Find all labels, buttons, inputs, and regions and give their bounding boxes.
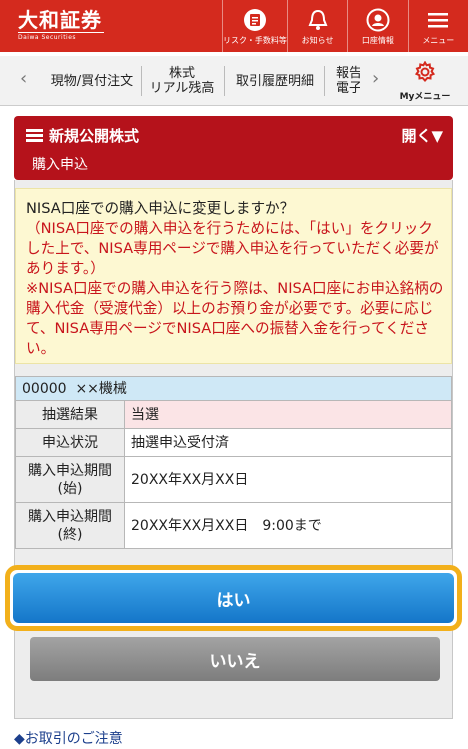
notifications-button[interactable]: お知らせ xyxy=(286,0,347,52)
tab-spot-buy-order[interactable]: 現物/買付注文 xyxy=(50,56,134,106)
notifications-label: お知らせ xyxy=(301,36,334,45)
yes-button-highlight: はい xyxy=(5,565,462,631)
stock-name: ××機械 xyxy=(75,380,127,397)
tab-divider xyxy=(141,66,142,96)
period-start-value: 20XX年XX月XX日 xyxy=(124,456,452,503)
sub-navigation: ‹ 現物/買付注文 株式 リアル残高 取引履歴明細 報告 電子 › Myメニュー xyxy=(0,56,468,106)
account-info-button[interactable]: 口座情報 xyxy=(347,0,407,52)
hamburger-icon xyxy=(26,127,43,144)
period-end-value: 20XX年XX月XX日 9:00まで xyxy=(124,502,452,549)
ipo-panel-header: 新規公開株式 開く▼ 購入申込 xyxy=(14,116,453,180)
period-start-label: 購入申込期間 (始) xyxy=(15,456,125,503)
trading-caution-link[interactable]: ◆お取引のご注意 xyxy=(14,728,123,748)
stock-code-name: 00000 ××機械 xyxy=(15,376,452,401)
chevron-left-icon[interactable]: ‹ xyxy=(20,68,27,89)
lottery-result-value: 当選 xyxy=(124,400,452,429)
tab-transaction-history[interactable]: 取引履歴明細 xyxy=(234,56,316,106)
account-info-label: 口座情報 xyxy=(361,36,394,45)
nisa-caution: ※NISA口座での購入申込を行う際は、NISA口座にお申込銘柄の購入代金（受渡代… xyxy=(26,280,444,357)
table-row: 抽選結果 当選 xyxy=(15,400,452,429)
bell-icon xyxy=(307,6,329,34)
menu-button[interactable]: メニュー xyxy=(407,0,468,52)
menu-icon xyxy=(427,6,449,34)
yes-button[interactable]: はい xyxy=(13,573,454,623)
logo-subtext: Daiwa Securities xyxy=(18,32,104,42)
nisa-explanation: （NISA口座での購入申込を行うためには、「はい」をクリックした上で、NISA専… xyxy=(26,220,439,277)
panel-subtitle: 購入申込 xyxy=(32,157,88,173)
table-row: 申込状況 抽選申込受付済 xyxy=(15,428,452,457)
tab-divider xyxy=(224,66,225,96)
tab-report-electronic[interactable]: 報告 電子 xyxy=(336,56,360,106)
app-header: 大和証券 Daiwa Securities リスク・手数料等 お知らせ 口座情報 xyxy=(0,0,468,52)
no-button[interactable]: いいえ xyxy=(30,637,440,681)
application-status-value: 抽選申込受付済 xyxy=(124,428,452,457)
panel-title-text: 新規公開株式 xyxy=(49,127,140,145)
application-status-label: 申込状況 xyxy=(15,428,125,457)
risk-fees-button[interactable]: リスク・手数料等 xyxy=(222,0,287,52)
expand-toggle[interactable]: 開く▼ xyxy=(401,125,443,146)
nisa-question: NISA口座での購入申込に変更しますか？ xyxy=(26,200,295,217)
daiwa-logo[interactable]: 大和証券 Daiwa Securities xyxy=(0,0,222,52)
my-menu-button[interactable]: Myメニュー xyxy=(398,56,452,106)
document-icon xyxy=(243,6,267,34)
table-row: 購入申込期間 (始) 20XX年XX月XX日 xyxy=(15,456,452,503)
menu-label: メニュー xyxy=(422,36,455,45)
stock-code: 00000 xyxy=(22,380,67,397)
panel-title: 新規公開株式 xyxy=(26,125,139,146)
table-row: 00000 ××機械 xyxy=(15,376,452,401)
gear-icon xyxy=(414,60,436,87)
ipo-info-table: 00000 ××機械 抽選結果 当選 申込状況 抽選申込受付済 購入申込期間 (… xyxy=(15,376,452,549)
logo-text: 大和証券 xyxy=(18,8,102,32)
chevron-right-icon[interactable]: › xyxy=(372,68,379,89)
risk-fees-label: リスク・手数料等 xyxy=(223,36,287,45)
user-icon xyxy=(366,6,390,34)
period-end-label: 購入申込期間 (終) xyxy=(15,502,125,549)
my-menu-label: Myメニュー xyxy=(399,91,451,102)
lottery-result-label: 抽選結果 xyxy=(15,400,125,429)
nisa-notice-box: NISA口座での購入申込に変更しますか？ （NISA口座での購入申込を行うために… xyxy=(15,188,452,364)
header-nav: リスク・手数料等 お知らせ 口座情報 メニュー xyxy=(222,0,468,52)
table-row: 購入申込期間 (終) 20XX年XX月XX日 9:00まで xyxy=(15,502,452,549)
tab-divider xyxy=(324,66,325,96)
tab-stock-real-balance[interactable]: 株式 リアル残高 xyxy=(148,56,216,106)
